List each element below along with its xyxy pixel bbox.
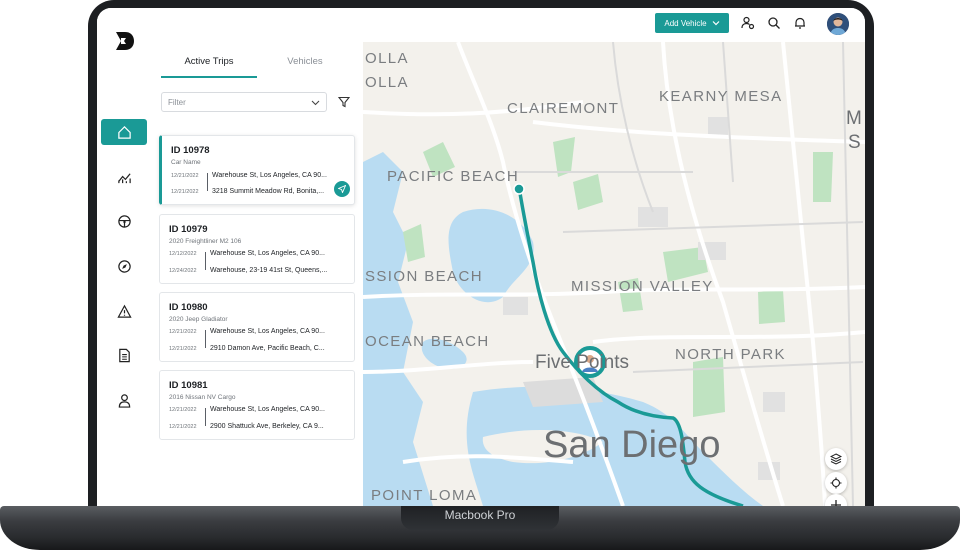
map-label: PACIFIC BEACH	[387, 168, 520, 185]
bell-icon[interactable]	[793, 16, 807, 30]
trip-id: ID 10979	[169, 224, 208, 235]
zoom-in-icon	[831, 500, 841, 506]
layers-button[interactable]	[825, 448, 847, 470]
trip-card[interactable]: ID 10981 2016 Nissan NV Cargo 12/21/2022…	[159, 370, 355, 440]
trip-card[interactable]: ID 10978 Car Name 12/21/2022 Warehouse S…	[159, 135, 355, 205]
avatar[interactable]	[827, 13, 849, 35]
send-icon	[338, 185, 346, 193]
trip-date: 12/21/2022	[169, 346, 197, 352]
trip-vehicle: Car Name	[171, 159, 201, 166]
trip-origin: Warehouse St, Los Angeles, CA 90...	[212, 172, 327, 179]
map-label: OLLA	[365, 74, 409, 91]
trip-vehicle: 2020 Jeep Gladiator	[169, 316, 228, 323]
nav-profile[interactable]	[101, 387, 147, 413]
app-screen: Add Vehicle Active Trips Vehicles Filter…	[97, 8, 865, 506]
route-connector	[205, 408, 206, 426]
trip-id: ID 10980	[169, 302, 208, 313]
trip-origin: Warehouse St, Los Angeles, CA 90...	[210, 328, 325, 335]
layers-icon	[830, 453, 842, 465]
filter-icon[interactable]	[338, 96, 350, 108]
trip-date: 12/21/2022	[169, 407, 197, 413]
avatar-image	[827, 13, 849, 35]
trip-card[interactable]: ID 10979 2020 Freightliner M2 106 12/12/…	[159, 214, 355, 284]
locate-button[interactable]	[825, 472, 847, 494]
trip-destination: 2910 Damon Ave, Pacific Beach, C...	[210, 345, 325, 352]
trip-date: 12/12/2022	[169, 251, 197, 257]
trip-vehicle: 2016 Nissan NV Cargo	[169, 394, 236, 401]
nav-drivers[interactable]	[101, 208, 147, 234]
route-connector	[205, 330, 206, 348]
trip-id: ID 10978	[171, 145, 210, 156]
user-icon	[118, 393, 130, 408]
map-label: NORTH PARK	[675, 346, 786, 363]
nav-alerts[interactable]	[101, 298, 147, 324]
compass-icon	[117, 259, 131, 273]
map-label: S	[848, 132, 861, 153]
chevron-down-icon	[311, 100, 320, 106]
map-label: POINT LOMA	[371, 487, 478, 504]
tab-active-trips[interactable]: Active Trips	[161, 56, 257, 78]
route-connector	[207, 173, 208, 191]
add-vehicle-label: Add Vehicle	[664, 18, 707, 28]
device-label: Macbook Pro	[444, 508, 516, 522]
user-settings-icon[interactable]	[741, 16, 755, 30]
map-label: CLAIREMONT	[507, 100, 620, 117]
warning-icon	[116, 304, 132, 318]
trip-origin: Warehouse St, Los Angeles, CA 90...	[210, 250, 325, 257]
map-label: OCEAN BEACH	[365, 333, 490, 350]
trip-date: 12/21/2022	[169, 329, 197, 335]
analytics-icon	[117, 172, 131, 183]
tab-vehicles[interactable]: Vehicles	[257, 56, 353, 76]
document-icon	[118, 348, 130, 362]
sidebar-rail	[97, 8, 152, 506]
map-label: M	[846, 108, 862, 129]
locate-icon	[830, 477, 842, 489]
trip-date: 12/24/2022	[169, 268, 197, 274]
nav-analytics[interactable]	[101, 164, 147, 190]
map-label-city: San Diego	[543, 424, 721, 466]
map-view[interactable]: OLLA OLLA CLAIREMONT KEARNY MESA M S PAC…	[363, 42, 865, 506]
top-bar: Add Vehicle	[151, 8, 865, 42]
trip-origin: Warehouse St, Los Angeles, CA 90...	[210, 406, 325, 413]
nav-reports[interactable]	[101, 342, 147, 368]
filter-select[interactable]: Filter	[161, 92, 327, 112]
chevron-down-icon	[712, 21, 720, 26]
trip-vehicle: 2020 Freightliner M2 106	[169, 238, 242, 245]
steering-wheel-icon	[117, 214, 131, 228]
add-vehicle-button[interactable]: Add Vehicle	[655, 13, 729, 33]
map-label: MISSION VALLEY	[571, 278, 714, 295]
trips-panel: Active Trips Vehicles Filter ID 10978 Ca…	[151, 42, 363, 506]
search-icon[interactable]	[767, 16, 781, 30]
nav-explore[interactable]	[101, 253, 147, 279]
trip-id: ID 10981	[169, 380, 208, 391]
nav-home[interactable]	[101, 119, 147, 145]
trip-destination: 3218 Summit Meadow Rd, Bonita,...	[212, 188, 325, 195]
trip-date: 12/21/2022	[169, 424, 197, 430]
map-label: Five Points	[535, 352, 629, 373]
trip-destination: 2900 Shattuck Ave, Berkeley, CA 9...	[210, 423, 324, 430]
home-icon	[117, 125, 131, 139]
map-label: OLLA	[365, 50, 409, 67]
trip-date: 12/21/2022	[171, 189, 199, 195]
trip-destination: Warehouse, 23-19 41st St, Queens,...	[210, 267, 328, 274]
app-logo	[116, 32, 134, 50]
navigate-button[interactable]	[334, 181, 350, 197]
map-label: SSION BEACH	[365, 268, 483, 285]
route-connector	[205, 252, 206, 270]
map-label: KEARNY MESA	[659, 88, 783, 105]
trip-date: 12/21/2022	[171, 173, 199, 179]
filter-placeholder: Filter	[168, 97, 186, 107]
trip-card[interactable]: ID 10980 2020 Jeep Gladiator 12/21/2022 …	[159, 292, 355, 362]
